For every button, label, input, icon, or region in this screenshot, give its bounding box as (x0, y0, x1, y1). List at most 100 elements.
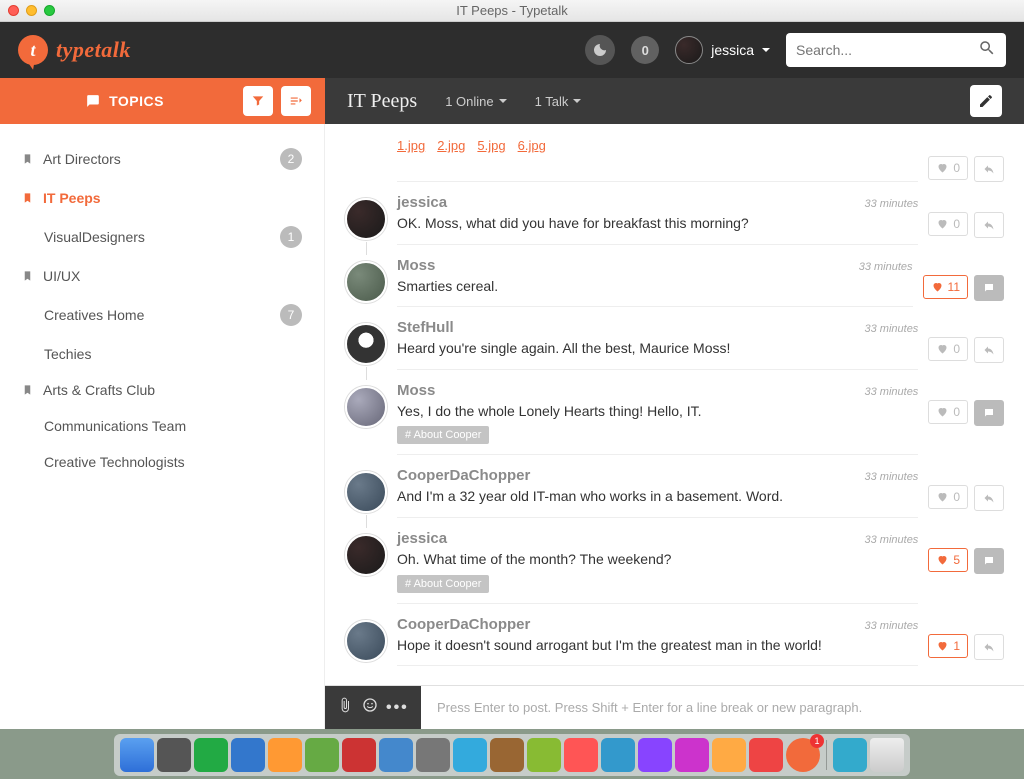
reply-button[interactable] (974, 337, 1004, 363)
dock-app-icon[interactable] (638, 738, 672, 772)
search-input[interactable] (796, 42, 978, 58)
sidebar-item[interactable]: Creative Technologists (0, 444, 324, 480)
like-button[interactable]: 1 (928, 634, 968, 658)
dock-app-icon[interactable] (564, 738, 598, 772)
attachment-link[interactable]: 1.jpg (397, 138, 425, 153)
reply-button[interactable] (974, 485, 1004, 511)
sidebar-item-label: Creative Technologists (44, 454, 185, 470)
dock-app-icon[interactable]: 1 (786, 738, 820, 772)
dock-app-icon[interactable] (120, 738, 154, 772)
message-avatar[interactable] (345, 198, 387, 240)
attach-button[interactable] (337, 697, 353, 718)
reply-button[interactable] (974, 548, 1004, 574)
dock-app-icon[interactable] (379, 738, 413, 772)
dock-app-icon[interactable] (527, 738, 561, 772)
reply-icon (982, 163, 996, 175)
more-button[interactable]: ••• (386, 699, 409, 717)
reply-button[interactable] (974, 212, 1004, 238)
speech-icon (982, 282, 996, 294)
bookmark-icon (22, 152, 33, 166)
compose-button[interactable] (970, 85, 1002, 117)
message-avatar[interactable] (345, 471, 387, 513)
bookmark-icon (22, 269, 33, 283)
user-menu[interactable]: jessica (675, 36, 770, 64)
heart-icon (936, 162, 949, 174)
sidebar-item[interactable]: Communications Team (0, 408, 324, 444)
app-logo[interactable]: t typetalk (18, 35, 131, 65)
dock-app-icon[interactable] (342, 738, 376, 772)
message-username[interactable]: Moss (397, 257, 435, 274)
message-username[interactable]: StefHull (397, 319, 454, 336)
message-tag[interactable]: # About Cooper (397, 426, 489, 444)
dock-app-icon[interactable] (749, 738, 783, 772)
chat-icon (85, 94, 101, 108)
message-username[interactable]: Moss (397, 382, 435, 399)
activity-icon-button[interactable] (585, 35, 615, 65)
dock-app-icon[interactable] (712, 738, 746, 772)
like-button[interactable]: 5 (928, 548, 968, 572)
notif-count-badge[interactable]: 0 (631, 36, 659, 64)
message-avatar[interactable] (345, 386, 387, 428)
message-username[interactable]: jessica (397, 530, 447, 547)
subheader: TOPICS IT Peeps 1 Online 1 Talk (0, 78, 1024, 124)
like-button[interactable]: 0 (928, 156, 968, 180)
reply-button[interactable] (974, 634, 1004, 660)
search-box[interactable] (786, 33, 1006, 67)
sidebar-item[interactable]: Techies (0, 336, 324, 372)
like-button[interactable]: 0 (928, 485, 968, 509)
sort-button[interactable] (281, 86, 311, 116)
messages-list: 1.jpg2.jpg5.jpg6.jpg 0 jessica33 minutes… (325, 124, 1024, 685)
attachment-link[interactable]: 6.jpg (518, 138, 546, 153)
sidebar-item[interactable]: VisualDesigners1 (0, 216, 324, 258)
dock-app-icon[interactable] (231, 738, 265, 772)
dock-app-icon[interactable] (490, 738, 524, 772)
sidebar-item-label: VisualDesigners (44, 229, 145, 245)
sidebar-item-label: Creatives Home (44, 307, 144, 323)
dock-trash-icon[interactable] (870, 738, 904, 772)
like-button[interactable]: 0 (928, 400, 968, 424)
sidebar-item[interactable]: IT Peeps (0, 180, 324, 216)
chevron-down-icon (573, 99, 581, 107)
attachment-link[interactable]: 2.jpg (437, 138, 465, 153)
sidebar-item-label: UI/UX (43, 268, 80, 284)
message-username[interactable]: jessica (397, 194, 447, 211)
message-avatar[interactable] (345, 620, 387, 662)
message-username[interactable]: CooperDaChopper (397, 616, 530, 633)
dock-app-icon[interactable] (268, 738, 302, 772)
conversation-header: IT Peeps 1 Online 1 Talk (325, 78, 1024, 124)
sidebar-item[interactable]: Creatives Home7 (0, 294, 324, 336)
dock-app-icon[interactable] (833, 738, 867, 772)
message-avatar[interactable] (345, 261, 387, 303)
message-avatar[interactable] (345, 534, 387, 576)
dock-app-icon[interactable] (416, 738, 450, 772)
online-dropdown[interactable]: 1 Online (445, 94, 506, 109)
sidebar-item[interactable]: Arts & Crafts Club (0, 372, 324, 408)
dock-app-icon[interactable] (675, 738, 709, 772)
message-tag[interactable]: # About Cooper (397, 575, 489, 593)
attachment-link[interactable]: 5.jpg (477, 138, 505, 153)
like-button[interactable]: 0 (928, 337, 968, 361)
message-avatar[interactable] (345, 323, 387, 365)
message-username[interactable]: CooperDaChopper (397, 467, 530, 484)
smile-icon (362, 697, 378, 713)
dock-app-icon[interactable] (601, 738, 635, 772)
main-body: Art Directors2IT PeepsVisualDesigners1UI… (0, 124, 1024, 729)
talk-dropdown[interactable]: 1 Talk (535, 94, 582, 109)
dock-app-icon[interactable] (157, 738, 191, 772)
heart-icon (931, 281, 944, 293)
like-button[interactable]: 11 (923, 275, 968, 299)
reply-button[interactable] (974, 156, 1004, 182)
dock-app-icon[interactable] (194, 738, 228, 772)
heart-icon (936, 491, 949, 503)
composer-input[interactable] (421, 686, 1024, 729)
dock-app-icon[interactable] (453, 738, 487, 772)
reply-button[interactable] (974, 275, 1004, 301)
search-icon[interactable] (978, 39, 996, 62)
emoji-button[interactable] (362, 697, 378, 718)
sidebar-item[interactable]: Art Directors2 (0, 138, 324, 180)
like-button[interactable]: 0 (928, 212, 968, 236)
filter-button[interactable] (243, 86, 273, 116)
sidebar-item[interactable]: UI/UX (0, 258, 324, 294)
dock-app-icon[interactable] (305, 738, 339, 772)
reply-button[interactable] (974, 400, 1004, 426)
